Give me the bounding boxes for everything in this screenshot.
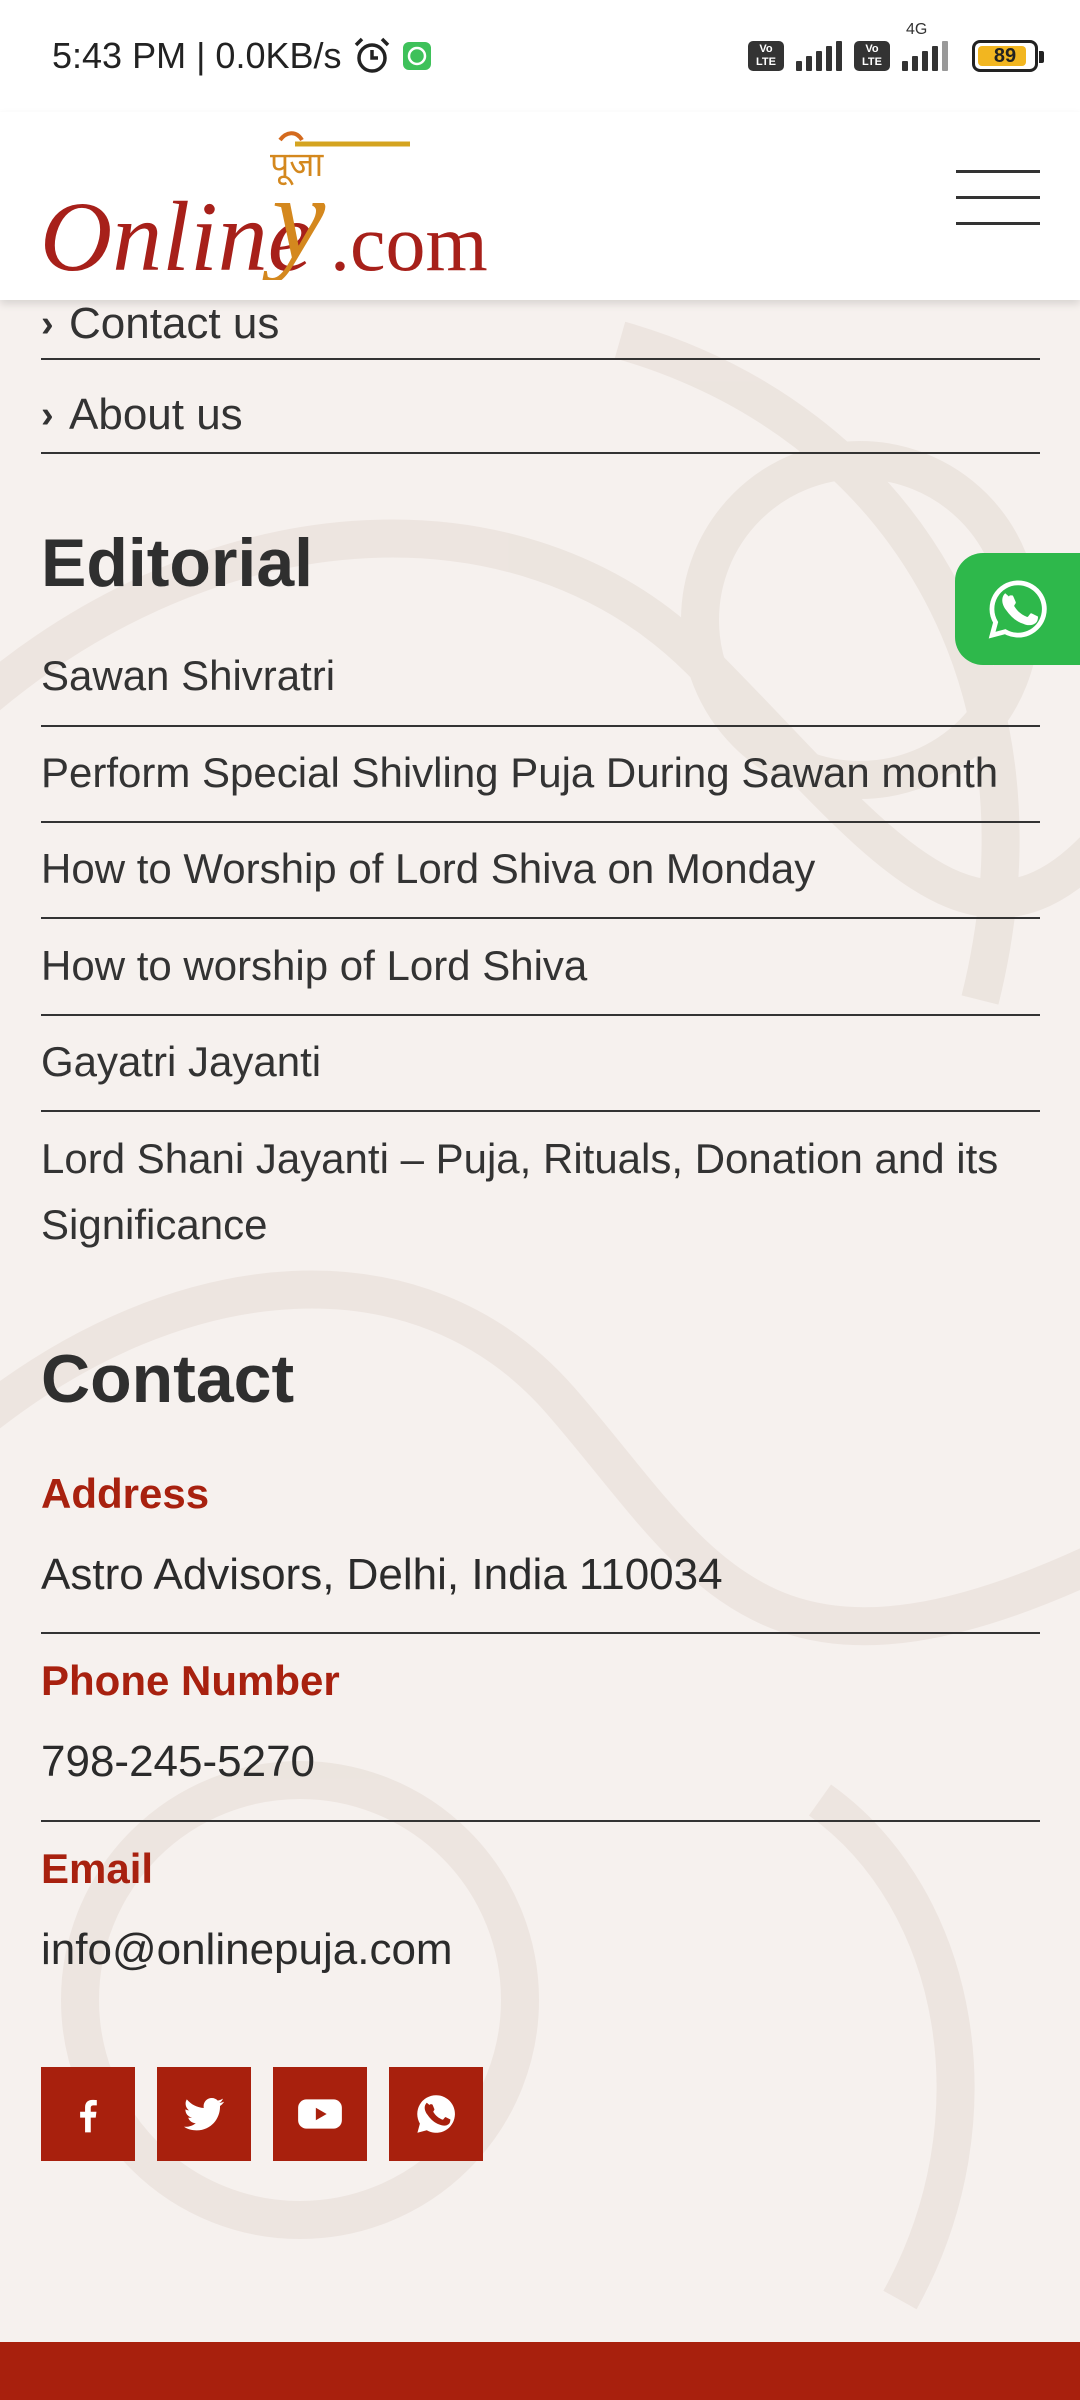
logo-hindi-text: पूजा <box>270 145 325 186</box>
twitter-button[interactable] <box>157 2067 251 2161</box>
divider <box>41 1820 1040 1822</box>
phone-label: Phone Number <box>41 1657 340 1704</box>
link-label: About us <box>69 390 243 439</box>
phone-value[interactable]: 798-245-5270 <box>41 1737 1040 1787</box>
editorial-link[interactable]: Gayatri Jayanti <box>41 1029 1040 1112</box>
whatsapp-icon <box>988 580 1047 639</box>
facebook-button[interactable] <box>41 2067 135 2161</box>
facebook-icon <box>80 2099 97 2133</box>
battery-icon: 89 <box>972 40 1044 72</box>
status-right: Vo LTE Vo LTE 4G 89 <box>748 21 1044 72</box>
whatsapp-notification-icon <box>402 42 431 70</box>
signal-strength-2-icon <box>902 41 948 71</box>
link-label: Contact us <box>69 299 280 348</box>
network-type: 4G <box>906 21 928 38</box>
whatsapp-float-button[interactable] <box>955 553 1080 665</box>
status-left: 5:43 PM | 0.0KB/s <box>52 35 432 77</box>
menu-line-icon <box>956 196 1040 199</box>
menu-line-icon <box>956 170 1040 173</box>
hamburger-menu-button[interactable] <box>956 170 1040 226</box>
editorial-link[interactable]: Lord Shani Jayanti – Puja, Rituals, Dona… <box>41 1126 1040 1266</box>
chevron-right-icon: › <box>41 393 54 436</box>
address-label: Address <box>41 1470 210 1517</box>
volte-badge-2: Vo LTE <box>854 41 890 71</box>
status-bar: 5:43 PM | 0.0KB/s Vo LTE Vo LTE 4G 89 <box>0 0 1080 112</box>
youtube-button[interactable] <box>273 2067 367 2161</box>
signal-strength-1-icon <box>796 41 842 71</box>
battery-level: 89 <box>993 44 1017 67</box>
chevron-right-icon: › <box>41 302 54 345</box>
volte-badge-1: Vo LTE <box>748 41 784 71</box>
editorial-heading: Editorial <box>41 525 314 601</box>
editorial-link[interactable]: How to worship of Lord Shiva <box>41 933 1040 1016</box>
contact-heading: Contact <box>41 1341 295 1417</box>
site-logo[interactable]: Online y .com पूजा <box>40 130 520 280</box>
divider <box>41 1632 1040 1634</box>
logo-com-text: .com <box>330 200 488 280</box>
whatsapp-button[interactable] <box>389 2067 483 2161</box>
link-about-us[interactable]: › About us <box>41 378 1040 454</box>
youtube-icon <box>298 2099 342 2129</box>
social-links <box>41 2067 483 2161</box>
address-value: Astro Advisors, Delhi, India 110034 <box>41 1550 723 1599</box>
link-contact-us[interactable]: › Contact us <box>41 290 1040 360</box>
whatsapp-icon <box>417 2095 455 2133</box>
editorial-link[interactable]: Sawan Shivratri <box>41 643 1040 727</box>
status-time: 5:43 PM | 0.0KB/s <box>52 35 342 76</box>
email-label: Email <box>41 1845 154 1892</box>
signal-strength-2: 4G <box>902 21 948 71</box>
footer-bar <box>0 2342 1080 2400</box>
menu-line-icon <box>956 222 1040 225</box>
editorial-link[interactable]: How to Worship of Lord Shiva on Monday <box>41 836 1040 919</box>
editorial-link[interactable]: Perform Special Shivling Puja During Saw… <box>41 740 1040 823</box>
site-header: Online y .com पूजा <box>0 112 1080 300</box>
twitter-icon <box>184 2098 224 2131</box>
email-value[interactable]: info@onlinepuja.com <box>41 1925 1040 1975</box>
alarm-icon <box>354 37 389 73</box>
background-pattern <box>0 321 1080 2310</box>
